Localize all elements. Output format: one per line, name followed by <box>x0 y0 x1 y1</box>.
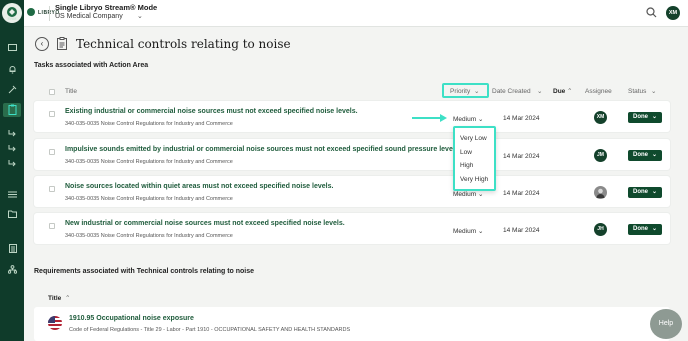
task-date: 14 Mar 2024 <box>503 190 540 197</box>
user-avatar[interactable]: XM <box>666 6 680 20</box>
tasks-heading: Tasks associated with Action Area <box>34 62 149 69</box>
task-date: 14 Mar 2024 <box>503 115 540 122</box>
sidebar: ERM <box>0 0 24 341</box>
requirements-heading: Requirements associated with Technical c… <box>34 268 255 275</box>
priority-select[interactable]: Medium ⌄ <box>453 227 483 235</box>
row-checkbox[interactable] <box>49 186 55 192</box>
status-label: Done <box>633 226 648 232</box>
chevron-down-icon[interactable]: ⌄ <box>651 87 656 95</box>
sort-up-icon[interactable]: ⌃ <box>567 87 572 95</box>
task-source: 340-035-0035 Noise Control Regulations f… <box>65 233 233 239</box>
page-title: Technical controls relating to noise <box>76 37 291 51</box>
erm-label: ERM <box>7 16 17 21</box>
status-button[interactable]: Done ⌄ <box>628 187 662 198</box>
table-row[interactable]: Existing industrial or commercial noise … <box>34 101 670 132</box>
assignee-avatar[interactable]: JM <box>594 149 607 162</box>
chevron-down-icon: ⌄ <box>651 152 657 158</box>
priority-value: Medium <box>453 116 477 123</box>
priority-dropdown: Very Low Low High Very High <box>453 126 496 191</box>
table-row[interactable]: New industrial or commercial noise sourc… <box>34 213 670 244</box>
arrow-right-icon[interactable] <box>7 143 18 154</box>
column-title[interactable]: Title <box>65 88 77 95</box>
sort-up-icon[interactable]: ⌃ <box>65 294 70 302</box>
priority-value: Medium <box>453 191 477 198</box>
us-flag-icon <box>48 316 62 330</box>
task-title[interactable]: New industrial or commercial noise sourc… <box>65 220 345 227</box>
status-label: Done <box>633 114 648 120</box>
clipboard-icon <box>57 37 67 52</box>
list-icon[interactable] <box>7 190 18 201</box>
table-row[interactable]: Impulsive sounds emitted by industrial o… <box>34 139 670 170</box>
column-status[interactable]: Status <box>628 88 646 95</box>
monitor-icon[interactable] <box>7 44 18 55</box>
assignee-avatar[interactable]: JH <box>594 223 607 236</box>
task-source: 340-035-0035 Noise Control Regulations f… <box>65 121 233 127</box>
priority-highlight <box>442 83 489 98</box>
priority-select[interactable]: Medium ⌄ <box>453 190 483 198</box>
priority-select[interactable]: Medium ⌄ <box>453 115 483 123</box>
requirement-source: Code of Federal Regulations - Title 29 -… <box>69 327 351 333</box>
chevron-down-icon: ⌄ <box>477 116 484 123</box>
column-title[interactable]: Title <box>48 295 61 302</box>
search-icon[interactable] <box>646 7 657 20</box>
row-checkbox[interactable] <box>49 111 55 117</box>
list-item[interactable]: 1910.95 Occupational noise exposure Code… <box>34 307 670 341</box>
priority-value: Medium <box>453 228 477 235</box>
status-button[interactable]: Done ⌄ <box>628 224 662 235</box>
status-button[interactable]: Done ⌄ <box>628 112 662 123</box>
calculator-icon[interactable] <box>7 244 18 255</box>
divider <box>49 6 50 21</box>
tools-icon[interactable] <box>7 85 18 96</box>
row-checkbox[interactable] <box>49 223 55 229</box>
requirement-title[interactable]: 1910.95 Occupational noise exposure <box>69 315 194 322</box>
arrow-right-icon[interactable] <box>7 128 18 139</box>
option-low[interactable]: Low <box>460 149 472 156</box>
task-title[interactable]: Impulsive sounds emitted by industrial o… <box>65 146 461 153</box>
option-high[interactable]: High <box>460 162 473 169</box>
task-date: 14 Mar 2024 <box>503 227 540 234</box>
top-bar: LIBRYO Single Libryo Stream® Mode US Med… <box>24 0 688 27</box>
column-assignee[interactable]: Assignee <box>585 88 612 95</box>
chevron-down-icon: ⌄ <box>477 228 484 235</box>
task-title[interactable]: Noise sources located within quiet areas… <box>65 183 333 190</box>
org-chart-icon[interactable] <box>7 265 18 276</box>
option-very-high[interactable]: Very High <box>460 176 488 183</box>
chevron-down-icon: ⌄ <box>651 114 657 120</box>
back-button[interactable]: ‹ <box>35 37 49 51</box>
arrow-right-icon[interactable] <box>7 158 18 169</box>
task-source: 340-035-0035 Noise Control Regulations f… <box>65 196 233 202</box>
chevron-down-icon: ⌄ <box>477 191 484 198</box>
status-button[interactable]: Done ⌄ <box>628 150 662 161</box>
status-label: Done <box>633 152 648 158</box>
help-button[interactable]: Help <box>650 309 682 339</box>
assignee-avatar[interactable]: XM <box>594 111 607 124</box>
select-all-checkbox[interactable] <box>49 89 55 95</box>
tasks-table-header: Title Priority ⌄ Date Created ⌄ Due ⌃ As… <box>34 84 670 100</box>
status-label: Done <box>633 189 648 195</box>
company-selector[interactable]: US Medical Company <box>55 13 123 20</box>
bell-icon[interactable] <box>7 65 18 76</box>
column-date-created[interactable]: Date Created <box>492 88 531 95</box>
task-source: 340-035-0035 Noise Control Regulations f… <box>65 159 233 165</box>
chevron-down-icon[interactable]: ⌄ <box>137 12 143 20</box>
table-row[interactable]: Noise sources located within quiet areas… <box>34 176 670 207</box>
stream-mode-label: Single Libryo Stream® Mode <box>55 3 158 12</box>
libryo-logo-icon <box>27 8 35 16</box>
chevron-down-icon: ⌄ <box>651 189 657 195</box>
folder-icon[interactable] <box>7 210 18 221</box>
assignee-avatar[interactable] <box>594 186 607 199</box>
chevron-down-icon: ⌄ <box>651 226 657 232</box>
task-title[interactable]: Existing industrial or commercial noise … <box>65 108 358 115</box>
requirements-table-header: Title ⌃ <box>34 289 670 307</box>
task-date: 14 Mar 2024 <box>503 153 540 160</box>
row-checkbox[interactable] <box>49 149 55 155</box>
chevron-down-icon[interactable]: ⌄ <box>537 87 542 95</box>
column-due[interactable]: Due <box>553 88 565 95</box>
clipboard-icon[interactable] <box>3 103 21 117</box>
annotation-arrow <box>411 113 449 125</box>
option-very-low[interactable]: Very Low <box>460 135 487 142</box>
